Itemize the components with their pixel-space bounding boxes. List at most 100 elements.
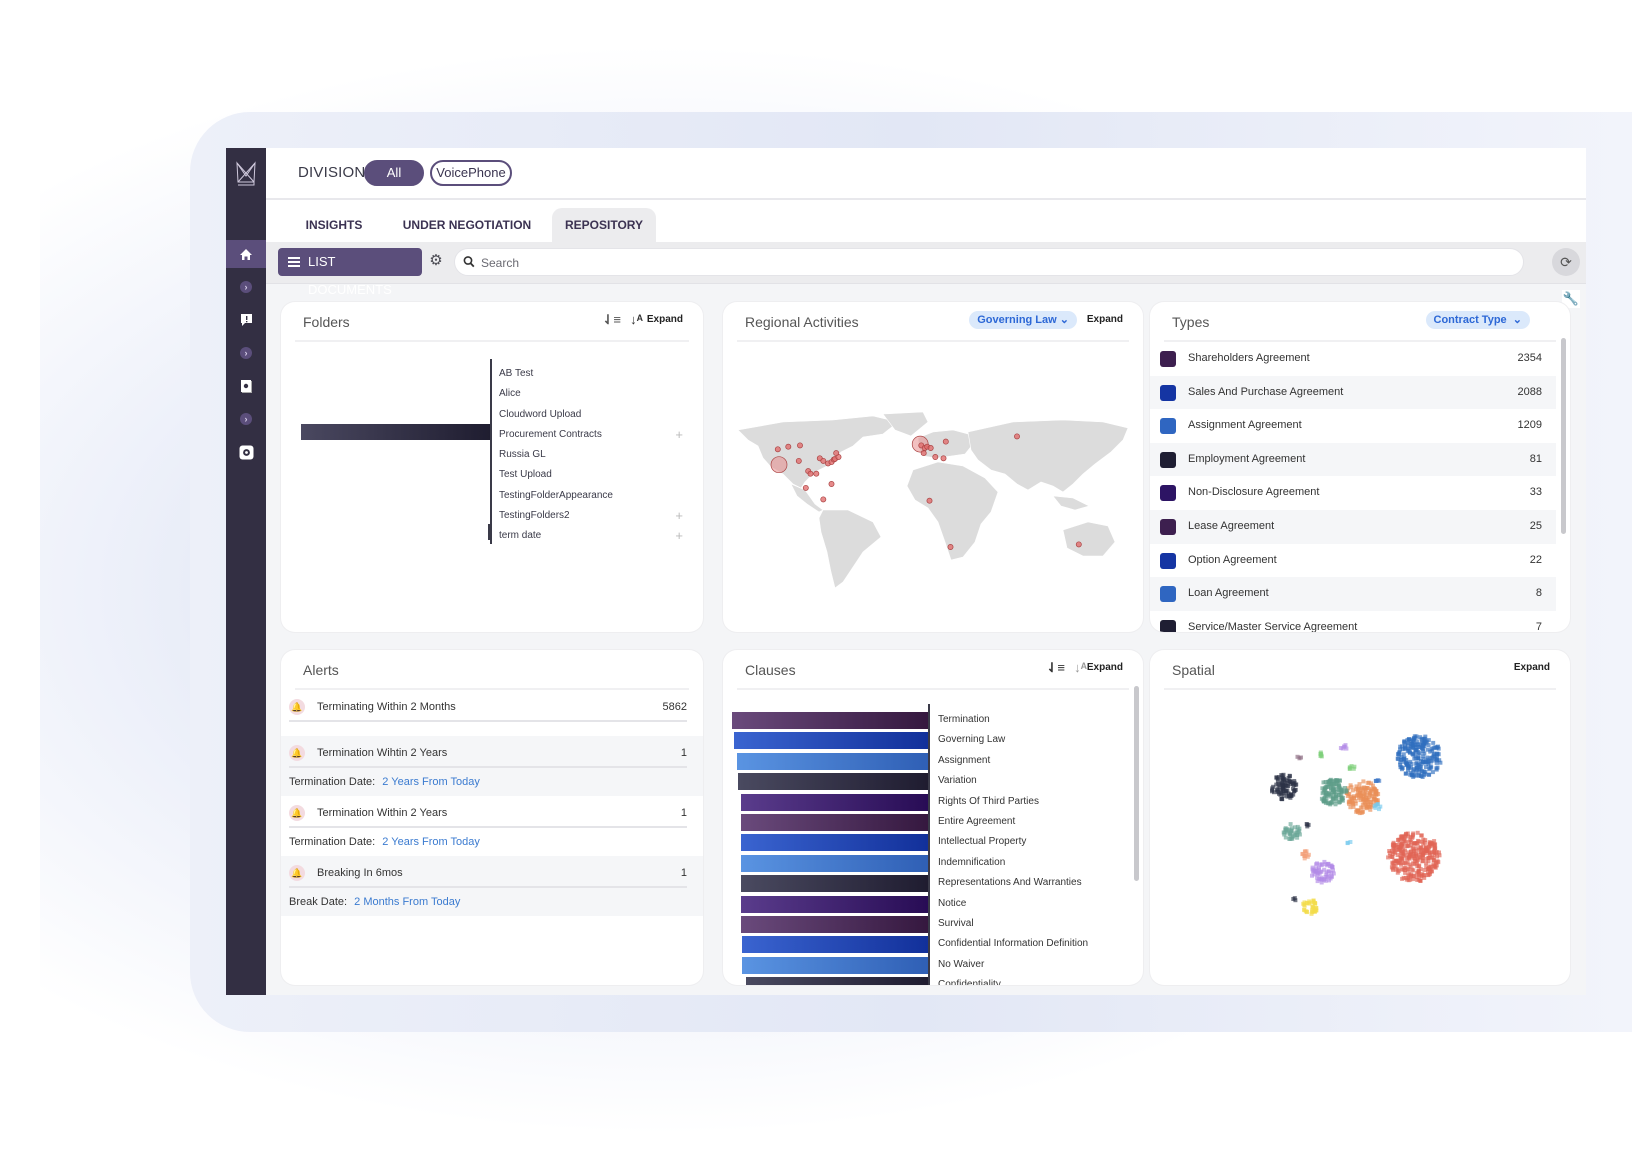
spatial-expand-button[interactable]: Expand — [1514, 662, 1550, 673]
spatial-cluster[interactable] — [1310, 859, 1336, 885]
clause-row[interactable]: Governing Law — [723, 730, 1123, 750]
clause-row[interactable]: Confidential Information Definition — [723, 934, 1123, 954]
type-row[interactable]: Shareholders Agreement 2354 — [1150, 342, 1556, 376]
folder-bar-term-date[interactable] — [488, 524, 492, 540]
type-row[interactable]: Lease Agreement 25 — [1150, 509, 1556, 544]
spatial-cluster[interactable] — [1319, 777, 1349, 807]
clause-bar[interactable] — [741, 936, 928, 954]
list-documents-button[interactable]: LIST DOCUMENTS — [278, 248, 422, 297]
clause-bar[interactable] — [741, 895, 928, 913]
map-marker[interactable] — [797, 442, 803, 449]
tab-insights[interactable]: INSIGHTS — [294, 208, 374, 242]
map-marker[interactable] — [795, 457, 802, 464]
folder-item[interactable]: Alice — [499, 384, 689, 404]
clause-row[interactable]: Indemnification — [723, 853, 1123, 873]
sort-alphabetical-icon[interactable]: ↓ᴬ — [630, 312, 643, 327]
map-marker[interactable] — [947, 544, 954, 550]
spatial-cluster[interactable] — [1301, 898, 1319, 916]
type-row[interactable]: Assignment Agreement 1209 — [1150, 409, 1556, 443]
sidebar-expand-3[interactable]: › — [226, 405, 266, 433]
map-marker[interactable] — [926, 497, 933, 504]
spatial-cluster[interactable] — [1295, 754, 1304, 761]
folders-expand-button[interactable]: Expand — [647, 314, 683, 325]
map-marker[interactable] — [820, 457, 827, 464]
map-marker[interactable] — [833, 450, 840, 457]
map-marker[interactable] — [920, 450, 927, 457]
map-marker[interactable] — [802, 484, 809, 491]
tab-under-negotiation[interactable]: UNDER NEGOTIATION — [392, 208, 542, 242]
folder-item[interactable]: TestingFolders2 + — [499, 506, 689, 526]
spatial-cluster[interactable] — [1373, 778, 1382, 783]
map-marker[interactable] — [828, 481, 835, 487]
folder-item[interactable]: AB Test — [499, 364, 689, 384]
clause-row[interactable]: Termination — [723, 710, 1123, 730]
folder-item[interactable]: Procurement Contracts + — [499, 425, 689, 445]
spatial-cluster[interactable] — [1338, 743, 1349, 751]
division-option-voicephone[interactable]: VoicePhone — [430, 160, 512, 186]
sidebar-item-settings[interactable] — [226, 438, 266, 466]
folder-bar-procurement-contracts[interactable] — [301, 424, 490, 440]
clause-row[interactable]: Variation — [723, 771, 1123, 791]
type-row[interactable]: Loan Agreement 8 — [1150, 577, 1556, 611]
spatial-cluster[interactable] — [1345, 840, 1353, 846]
search-input[interactable] — [481, 253, 1481, 273]
plus-icon[interactable]: + — [675, 425, 683, 445]
sidebar-item-documents[interactable] — [226, 372, 266, 400]
spatial-cluster[interactable] — [1318, 750, 1324, 759]
clause-row[interactable]: Notice — [723, 894, 1123, 914]
clause-bar[interactable] — [741, 854, 928, 872]
clause-bar[interactable] — [741, 834, 928, 852]
division-option-all[interactable]: All — [364, 160, 424, 186]
folder-item[interactable]: Russia GL — [499, 445, 689, 465]
plus-icon[interactable]: + — [675, 526, 683, 546]
regional-expand-button[interactable]: Expand — [1087, 314, 1123, 325]
world-map[interactable] — [723, 412, 1143, 592]
spatial-cluster[interactable] — [1291, 896, 1298, 903]
plus-icon[interactable]: + — [675, 506, 683, 526]
clause-row[interactable]: No Waiver — [723, 955, 1123, 975]
map-marker[interactable] — [785, 443, 792, 450]
spatial-cluster[interactable] — [1395, 734, 1443, 779]
alert-item[interactable]: 🔔 Termination Within 2 Years 1 Termination … — [281, 796, 703, 856]
type-row[interactable]: Employment Agreement 81 — [1150, 442, 1556, 477]
clause-row[interactable]: Survival — [723, 914, 1123, 934]
spatial-scatter[interactable] — [1150, 690, 1570, 985]
clause-row[interactable]: Representations And Warranties — [723, 873, 1123, 893]
sidebar-expand-1[interactable]: › — [226, 273, 266, 301]
spatial-cluster[interactable] — [1270, 772, 1299, 802]
tab-repository[interactable]: REPOSITORY — [552, 208, 656, 242]
clause-bar[interactable] — [732, 712, 928, 729]
clause-row[interactable]: Intellectual Property — [723, 832, 1123, 852]
types-scrollbar[interactable] — [1561, 338, 1566, 534]
type-row[interactable]: Service/Master Service Agreement 7 — [1150, 611, 1556, 632]
sidebar-item-home[interactable] — [226, 240, 266, 268]
map-marker[interactable] — [940, 455, 947, 462]
clause-row[interactable]: Confidentiality — [723, 975, 1123, 985]
map-marker[interactable] — [1075, 541, 1082, 548]
spatial-cluster[interactable] — [1347, 764, 1357, 771]
clause-bar[interactable] — [741, 916, 928, 933]
folder-item[interactable]: Cloudword Upload — [499, 405, 689, 425]
map-marker[interactable] — [813, 470, 820, 477]
gear-icon[interactable]: ⚙ — [428, 253, 444, 269]
spatial-cluster[interactable] — [1372, 802, 1383, 812]
sidebar-item-alerts[interactable] — [226, 306, 266, 334]
alert-detail-link[interactable]: 2 Months From Today — [351, 896, 460, 908]
refresh-icon[interactable]: ⟳ — [1552, 248, 1580, 276]
spatial-cluster[interactable] — [1386, 830, 1442, 883]
folder-item[interactable]: Test Upload — [499, 465, 689, 485]
alert-detail-link[interactable]: 2 Years From Today — [379, 776, 480, 788]
type-row[interactable]: Sales And Purchase Agreement 2088 — [1150, 375, 1556, 410]
clause-row[interactable]: Rights Of Third Parties — [723, 792, 1123, 812]
folder-item[interactable]: term date + — [499, 526, 689, 546]
map-marker[interactable] — [770, 456, 788, 474]
clause-bar[interactable] — [742, 956, 928, 974]
alert-item[interactable]: 🔔 Breaking In 6mos 1 Break Date: 2 Months F… — [281, 856, 703, 916]
sidebar-expand-2[interactable]: › — [226, 339, 266, 367]
clause-bar[interactable] — [745, 977, 928, 985]
spatial-cluster[interactable] — [1281, 822, 1302, 841]
map-marker[interactable] — [927, 445, 934, 451]
clauses-scrollbar[interactable] — [1134, 686, 1139, 881]
map-marker[interactable] — [820, 496, 827, 503]
sort-by-count-icon[interactable]: ⇃≡ — [603, 312, 621, 328]
